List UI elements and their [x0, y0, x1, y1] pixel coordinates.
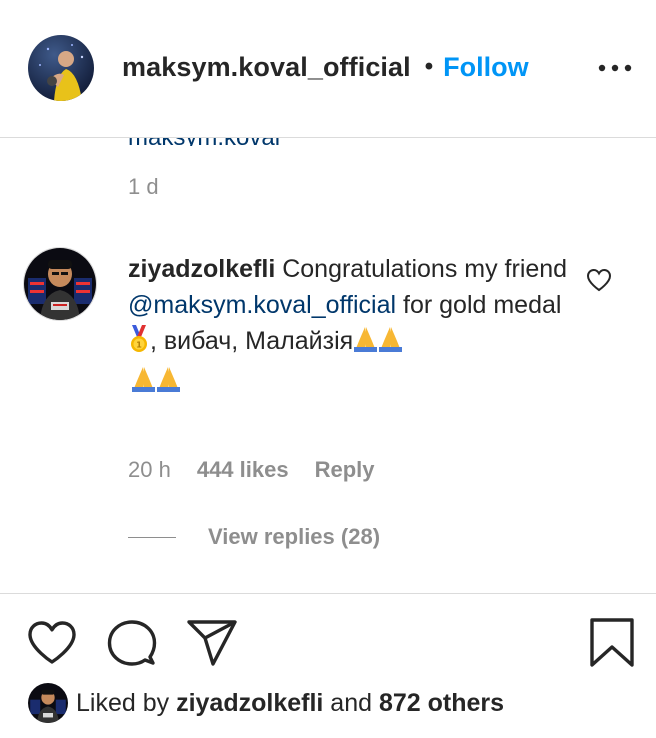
replies-divider-line: [128, 536, 176, 538]
follow-button[interactable]: Follow: [443, 52, 528, 83]
comment-text-part3: , вибач, Малайзія: [150, 327, 354, 355]
previous-comment-time: 1 d: [128, 174, 159, 199]
post-author-username[interactable]: maksym.koval_official: [122, 52, 411, 83]
share-icon[interactable]: [186, 619, 238, 667]
comment-likes[interactable]: 444 likes: [197, 457, 289, 483]
reply-button[interactable]: Reply: [315, 457, 375, 483]
liked-by-conj: and: [330, 688, 373, 717]
pray-emoji: [353, 325, 403, 363]
view-replies-button[interactable]: View replies (28): [128, 524, 380, 550]
liked-by-prefix: Liked by: [76, 688, 170, 717]
comment-time: 20 h: [128, 457, 171, 482]
more-options-icon[interactable]: [596, 56, 634, 80]
svg-text:1: 1: [136, 341, 142, 350]
post-header: maksym.koval_official • Follow: [0, 0, 656, 138]
medal-emoji: 1: [128, 325, 150, 363]
comment-text-part1: Congratulations my friend: [282, 255, 568, 283]
profile-avatar[interactable]: [28, 35, 94, 101]
liked-by-avatar[interactable]: [28, 683, 68, 723]
comment-icon[interactable]: [107, 619, 157, 667]
comment-like-heart-icon[interactable]: [586, 268, 612, 292]
comment-body: ziyadzolkefli Congratulations my friend …: [128, 251, 568, 403]
liked-by-others[interactable]: 872 others: [379, 689, 504, 717]
commenter-avatar[interactable]: [23, 247, 97, 321]
commenter-username[interactable]: ziyadzolkefli: [128, 255, 275, 283]
comment-meta: 20 h 444 likes Reply: [128, 457, 401, 483]
liked-by-user[interactable]: ziyadzolkefli: [176, 689, 323, 717]
previous-comment-cutoff: maksym.koval_official: [128, 138, 288, 146]
liked-by-row: Liked by ziyadzolkefli and 872 others: [28, 683, 504, 723]
heart-icon[interactable]: [27, 620, 77, 666]
pray-emoji-2: [128, 365, 184, 403]
view-replies-label[interactable]: View replies (28): [208, 524, 380, 550]
comment-mention-link[interactable]: @maksym.koval_official: [128, 291, 396, 319]
bookmark-icon[interactable]: [589, 617, 635, 669]
separator-dot: •: [424, 53, 434, 80]
comment-text-part2: for gold medal: [403, 291, 562, 319]
liked-by-text: Liked by ziyadzolkefli and 872 others: [76, 689, 504, 718]
